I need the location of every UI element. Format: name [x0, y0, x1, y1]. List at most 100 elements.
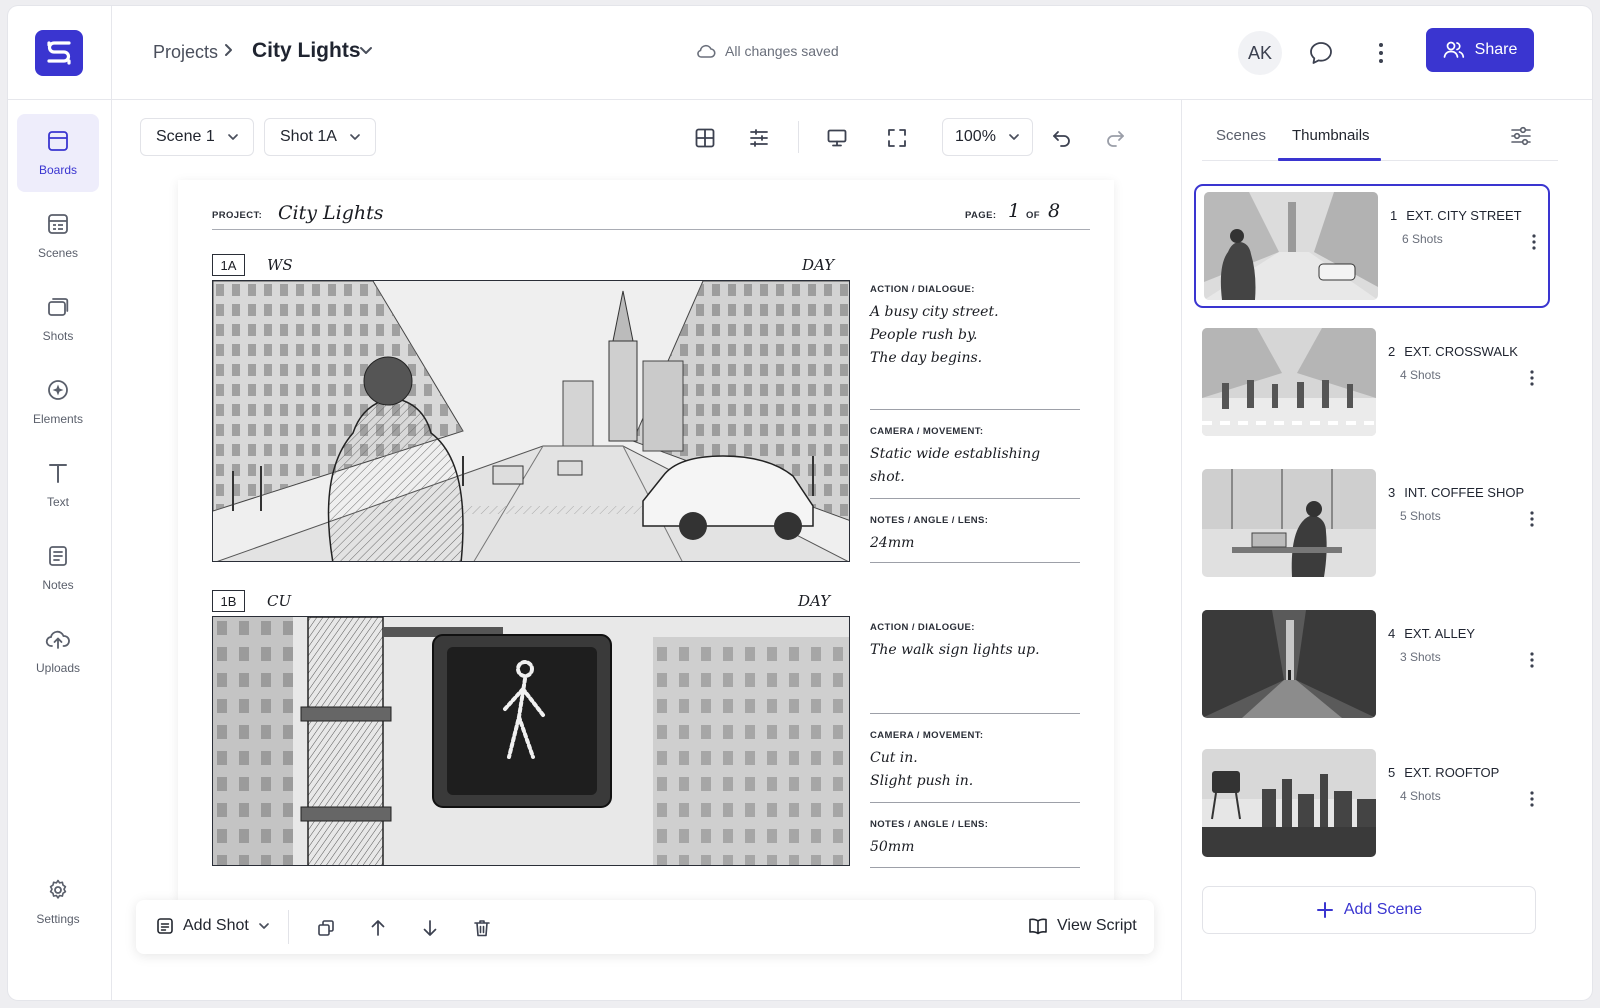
- shot-select[interactable]: Shot 1A: [264, 118, 376, 156]
- tab-scenes[interactable]: Scenes: [1216, 127, 1266, 144]
- nav-boards-label: Boards: [38, 163, 78, 177]
- project-label: PROJECT:: [212, 210, 263, 221]
- camera-movement-1b[interactable]: CAMERA / MOVEMENT: Cut in. Slight push i…: [870, 730, 1080, 803]
- city-street-sketch: [213, 281, 849, 561]
- scene-card[interactable]: 3 INT. COFFEE SHOP 5 Shots: [1194, 463, 1550, 587]
- toolbar-divider: [798, 121, 799, 153]
- active-tab-indicator: [1278, 158, 1381, 161]
- view-script-label: View Script: [1057, 917, 1137, 934]
- trash-icon[interactable]: [472, 918, 492, 938]
- more-vertical-icon[interactable]: [1529, 370, 1535, 386]
- nav-text[interactable]: Text: [17, 446, 99, 524]
- chevron-down-icon[interactable]: [358, 44, 374, 58]
- save-status-text: All changes saved: [725, 43, 839, 59]
- nav-notes-label: Notes: [42, 578, 74, 592]
- camera-movement-1a[interactable]: CAMERA / MOVEMENT: Static wide establish…: [870, 426, 1080, 499]
- nav-notes[interactable]: Notes: [17, 529, 99, 607]
- scene-name: EXT. CITY STREET: [1406, 208, 1522, 223]
- nav-scenes[interactable]: Scenes: [17, 197, 99, 275]
- gear-icon: [46, 878, 70, 902]
- scene-card[interactable]: 1 EXT. CITY STREET 6 Shots: [1194, 184, 1550, 308]
- scene-card[interactable]: 5 EXT. ROOFTOP 4 Shots: [1194, 743, 1550, 867]
- scene-title: 5 EXT. ROOFTOP: [1388, 765, 1499, 780]
- nav-settings-label: Settings: [36, 912, 80, 926]
- zoom-value: 100%: [955, 128, 996, 145]
- scene-number: 2: [1388, 344, 1396, 359]
- nav-uploads[interactable]: Uploads: [17, 612, 99, 690]
- grid-view-icon[interactable]: [694, 127, 716, 149]
- scene-title: 3 INT. COFFEE SHOP: [1388, 485, 1524, 500]
- camera-line: Cut in.: [870, 750, 918, 766]
- scene-card[interactable]: 2 EXT. CROSSWALK 4 Shots: [1194, 322, 1550, 446]
- scene-name: EXT. ALLEY: [1404, 626, 1476, 641]
- chevron-down-icon: [227, 132, 239, 142]
- action-label: ACTION / DIALOGUE:: [870, 284, 975, 295]
- storyboard-page: PROJECT: City Lights PAGE: 1 OF 8 1A WS …: [178, 180, 1114, 902]
- breadcrumb-projects[interactable]: Projects: [153, 42, 218, 63]
- filter-sliders-icon[interactable]: [1510, 126, 1532, 146]
- scene-card[interactable]: 4 EXT. ALLEY 3 Shots: [1194, 604, 1550, 728]
- s-logo-icon[interactable]: [35, 30, 83, 76]
- nav-boards[interactable]: Boards: [17, 114, 99, 192]
- nav-shots[interactable]: Shots: [17, 280, 99, 358]
- shot-frame-1b[interactable]: [212, 616, 850, 866]
- shot-number[interactable]: 1A: [212, 254, 245, 276]
- arrow-down-icon[interactable]: [420, 918, 440, 938]
- more-vertical-icon[interactable]: [1531, 234, 1537, 250]
- add-scene-button[interactable]: Add Scene: [1202, 886, 1536, 934]
- page-label: PAGE:: [965, 210, 997, 221]
- presentation-icon[interactable]: [826, 127, 848, 149]
- shot-frame-1a[interactable]: [212, 280, 850, 562]
- camera-line: Static wide establishing: [870, 446, 1041, 462]
- action-dialogue-1a[interactable]: ACTION / DIALOGUE: A busy city street. P…: [870, 284, 1080, 410]
- chevron-down-icon: [258, 921, 270, 931]
- project-title[interactable]: City Lights: [252, 39, 361, 63]
- view-script-button[interactable]: View Script: [1028, 917, 1137, 935]
- redo-icon[interactable]: [1105, 127, 1127, 149]
- shot-number[interactable]: 1B: [212, 590, 245, 612]
- scene-title: 2 EXT. CROSSWALK: [1388, 344, 1518, 359]
- share-label: Share: [1474, 41, 1518, 58]
- add-shot-button[interactable]: Add Shot: [156, 917, 270, 935]
- notes-value: 50mm: [870, 839, 915, 855]
- scene-number: 5: [1388, 765, 1396, 780]
- top-header: Projects City Lights All changes saved A…: [8, 6, 1592, 100]
- action-label: ACTION / DIALOGUE:: [870, 622, 975, 633]
- nav-elements[interactable]: Elements: [17, 363, 99, 441]
- action-line: People rush by.: [870, 327, 978, 343]
- duplicate-icon[interactable]: [316, 918, 336, 938]
- nav-shots-label: Shots: [42, 329, 74, 343]
- share-button[interactable]: Share: [1426, 28, 1534, 72]
- scene-thumbnail: [1202, 749, 1376, 857]
- action-dialogue-1b[interactable]: ACTION / DIALOGUE: The walk sign lights …: [870, 622, 1080, 714]
- scene-number: 1: [1390, 208, 1398, 223]
- chevron-down-icon: [349, 132, 361, 142]
- more-vertical-icon[interactable]: [1529, 511, 1535, 527]
- fullscreen-icon[interactable]: [886, 127, 908, 149]
- notes-label: NOTES / ANGLE / LENS:: [870, 819, 989, 830]
- more-vertical-icon[interactable]: [1373, 40, 1389, 66]
- notes-lens-1b[interactable]: NOTES / ANGLE / LENS: 50mm: [870, 819, 1080, 868]
- plus-icon: [1316, 901, 1334, 919]
- comment-icon[interactable]: [1308, 40, 1334, 66]
- scene-shot-count: 4 Shots: [1400, 368, 1441, 382]
- layout-options-icon[interactable]: [748, 127, 770, 149]
- notes-lens-1a[interactable]: NOTES / ANGLE / LENS: 24mm: [870, 515, 1080, 563]
- app-window: Projects City Lights All changes saved A…: [8, 6, 1592, 1000]
- nav-settings[interactable]: Settings: [17, 863, 99, 941]
- add-shot-label: Add Shot: [183, 917, 249, 934]
- tab-thumbnails[interactable]: Thumbnails: [1292, 127, 1370, 144]
- avatar[interactable]: AK: [1238, 31, 1282, 75]
- scene-thumbnail: [1202, 328, 1376, 436]
- arrow-up-icon[interactable]: [368, 918, 388, 938]
- more-vertical-icon[interactable]: [1529, 791, 1535, 807]
- undo-icon[interactable]: [1050, 127, 1072, 149]
- nav-uploads-label: Uploads: [35, 661, 81, 675]
- nav-text-label: Text: [46, 495, 69, 509]
- more-vertical-icon[interactable]: [1529, 652, 1535, 668]
- page-header: PROJECT: City Lights PAGE: 1 OF 8: [212, 200, 1090, 230]
- bottom-bar-divider: [288, 910, 289, 944]
- scene-select[interactable]: Scene 1: [140, 118, 254, 156]
- zoom-select[interactable]: 100%: [942, 118, 1033, 156]
- page-total: 8: [1048, 200, 1061, 222]
